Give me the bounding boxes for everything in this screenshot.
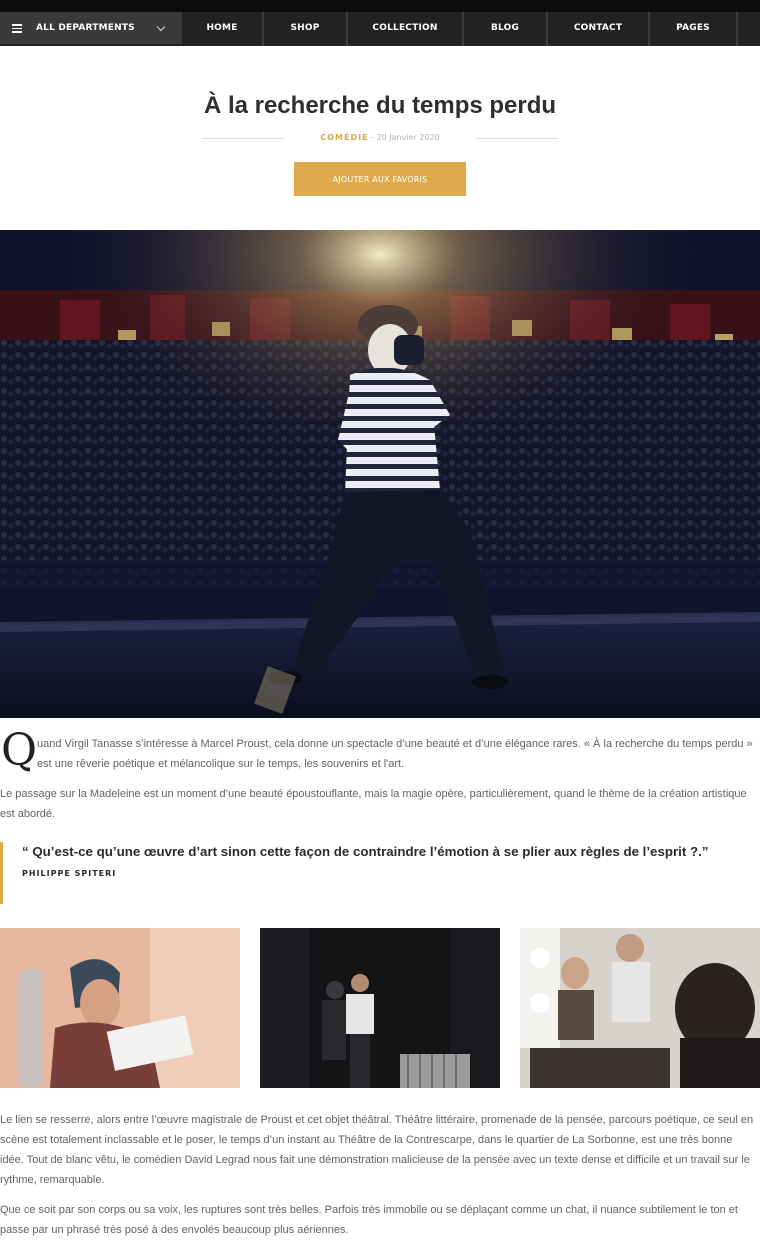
drop-cap: Q [1, 725, 38, 776]
main-nav: ALL DEPARTMENTS HOME SHOP COLLECTION BLO… [0, 12, 760, 46]
hero-image [0, 230, 760, 718]
nav-items: HOME SHOP COLLECTION BLOG CONTACT PAGES [182, 12, 738, 46]
quote-author: PHILIPPE SPITERI [22, 869, 117, 878]
nav-item-pages[interactable]: PAGES [650, 12, 738, 46]
post-date: - 20 Janvier 2020 [371, 133, 440, 142]
nav-item-blog[interactable]: BLOG [464, 12, 548, 46]
paragraph-4: Que ce soit par son corps ou sa voix, le… [0, 1204, 738, 1236]
nav-item-collection[interactable]: COLLECTION [348, 12, 464, 46]
paragraph-3: Le lien se resserre, alors entre l’œuvre… [0, 1114, 754, 1186]
blockquote: “ Qu’est-ce qu’une œuvre d’art sinon cet… [22, 844, 709, 859]
top-strip [0, 0, 760, 12]
add-to-favorites-button[interactable]: AJOUTER AUX FAVORIS [294, 162, 466, 196]
nav-item-shop[interactable]: SHOP [264, 12, 348, 46]
intro-paragraph: uand Virgil Tanasse s’intéresse à Marcel… [37, 738, 753, 770]
all-departments-label: ALL DEPARTMENTS [36, 23, 135, 33]
all-departments-dropdown[interactable]: ALL DEPARTMENTS [0, 12, 182, 44]
chevron-down-icon [156, 22, 166, 31]
category-link[interactable]: COMÉDIE [320, 133, 368, 142]
page-title: À la recherche du temps perdu [203, 92, 557, 119]
nav-item-home[interactable]: HOME [182, 12, 264, 46]
paragraph-2: Le passage sur la Madeleine est un momen… [0, 788, 747, 820]
gallery-image-1[interactable] [0, 928, 240, 1088]
nav-item-contact[interactable]: CONTACT [548, 12, 650, 46]
gallery-image-2[interactable] [260, 928, 500, 1088]
menu-icon [12, 24, 22, 33]
post-meta: COMÉDIE - 20 Janvier 2020 [0, 133, 760, 142]
gallery-image-3[interactable] [520, 928, 760, 1088]
quote-accent-bar [0, 842, 3, 904]
